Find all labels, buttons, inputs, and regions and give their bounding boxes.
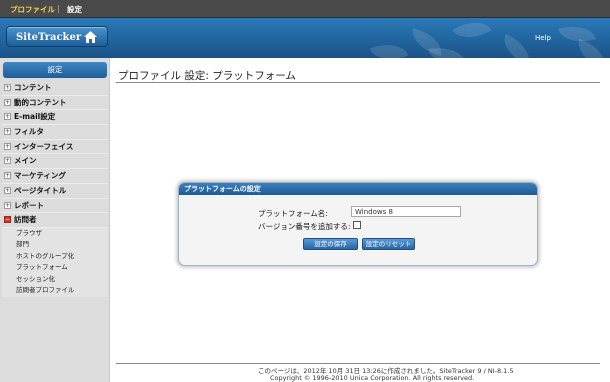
- sidebar-item-label: 動的コンテント: [14, 97, 67, 107]
- logo-text: SiteTracker: [16, 32, 82, 43]
- collapse-icon[interactable]: −: [4, 216, 11, 224]
- submenu-item-platform[interactable]: プラットフォーム: [16, 262, 108, 274]
- sidebar-item-label: E-mail設定: [14, 112, 56, 122]
- sidebar-item-interface[interactable]: + インターフェイス: [2, 140, 108, 155]
- title-divider: [116, 82, 600, 83]
- sidebar-item-label: レポート: [14, 200, 44, 210]
- expand-icon[interactable]: +: [4, 186, 11, 194]
- submenu-item-sessionization[interactable]: セッション化: [16, 274, 108, 286]
- sidebar-header: 設定: [3, 62, 107, 78]
- sidebar-item-label: インターフェイス: [14, 141, 74, 151]
- reset-settings-button[interactable]: 設定のリセット: [362, 238, 415, 250]
- submenu-item-browser[interactable]: ブラウザ: [16, 228, 108, 240]
- panel-header: プラットフォームの設定: [179, 183, 537, 195]
- sidebar-item-filter[interactable]: + フィルタ: [2, 125, 108, 140]
- page-title: プロファイル 設定: プラットフォーム: [118, 70, 296, 82]
- top-nav-bar: プロファイル | 設定: [0, 0, 610, 18]
- top-link-profile[interactable]: プロファイル: [10, 4, 55, 15]
- visitor-submenu: ブラウザ 部門 ホストのグループ化 プラットフォーム セッション化 訪問者プロフ…: [2, 227, 108, 297]
- header-banner: SiteTracker Help: [0, 18, 610, 58]
- platform-name-label: プラットフォーム名:: [258, 209, 328, 218]
- sidebar-item-visitor[interactable]: − 訪問者: [2, 213, 108, 228]
- expand-icon[interactable]: +: [4, 98, 11, 106]
- help-link[interactable]: Help: [535, 34, 551, 42]
- leaf-decoration: [452, 18, 492, 48]
- leaf-decoration: [369, 36, 409, 58]
- expand-icon[interactable]: +: [4, 142, 11, 150]
- expand-icon[interactable]: +: [4, 84, 11, 91]
- add-version-label: バージョン番号を追加する:: [258, 222, 351, 231]
- sidebar-item-email-settings[interactable]: + E-mail設定: [2, 110, 108, 126]
- expand-icon[interactable]: +: [4, 128, 11, 136]
- home-icon: [84, 31, 97, 43]
- sidebar-item-marketing[interactable]: + マーケティング: [2, 169, 108, 184]
- top-link-separator: |: [57, 4, 60, 13]
- expand-icon[interactable]: +: [4, 113, 11, 121]
- sidebar-item-label: コンテント: [14, 83, 52, 92]
- sidebar-item-report[interactable]: + レポート: [2, 199, 108, 214]
- sidebar-item-content[interactable]: + コンテント: [2, 81, 108, 96]
- footer-divider: [116, 363, 600, 364]
- sidebar-item-label: 訪問者: [14, 215, 37, 225]
- leaf-decoration: [497, 33, 537, 58]
- submenu-item-host-grouping[interactable]: ホストのグループ化: [16, 251, 108, 263]
- add-version-checkbox[interactable]: [353, 221, 361, 229]
- sidebar-item-page-title[interactable]: + ページタイトル: [2, 184, 108, 199]
- settings-menu: + コンテント + 動的コンテント + E-mail設定 + フィルタ + インターフェイ…: [2, 81, 108, 297]
- sidebar-item-label: ページタイトル: [14, 185, 67, 195]
- top-link-settings[interactable]: 設定: [67, 4, 82, 15]
- sidebar-item-label: フィルタ: [14, 127, 44, 137]
- expand-icon[interactable]: +: [4, 157, 11, 165]
- sitetracker-logo[interactable]: SiteTracker: [6, 26, 108, 47]
- submenu-item-department[interactable]: 部門: [16, 239, 108, 251]
- expand-icon[interactable]: +: [4, 172, 11, 180]
- footer-copyright: Copyright © 1996-2010 Unica Corporation.…: [270, 374, 475, 382]
- leaf-decoration: [572, 38, 610, 58]
- save-settings-button[interactable]: 設定の保存: [303, 238, 358, 250]
- sidebar-item-label: メイン: [14, 156, 37, 166]
- sidebar-item-dynamic-content[interactable]: + 動的コンテント: [2, 96, 108, 111]
- expand-icon[interactable]: +: [4, 201, 11, 209]
- platform-settings-panel: プラットフォームの設定 プラットフォーム名: バージョン番号を追加する: 設定の…: [178, 182, 538, 266]
- sidebar-item-main[interactable]: + メイン: [2, 154, 108, 170]
- platform-name-input[interactable]: [351, 206, 461, 217]
- sidebar-item-label: マーケティング: [14, 171, 66, 181]
- submenu-item-visitor-profile[interactable]: 訪問者プロファイル: [16, 285, 108, 297]
- settings-sidebar: 設定 + コンテント + 動的コンテント + E-mail設定 + フィルタ + インター…: [0, 58, 110, 382]
